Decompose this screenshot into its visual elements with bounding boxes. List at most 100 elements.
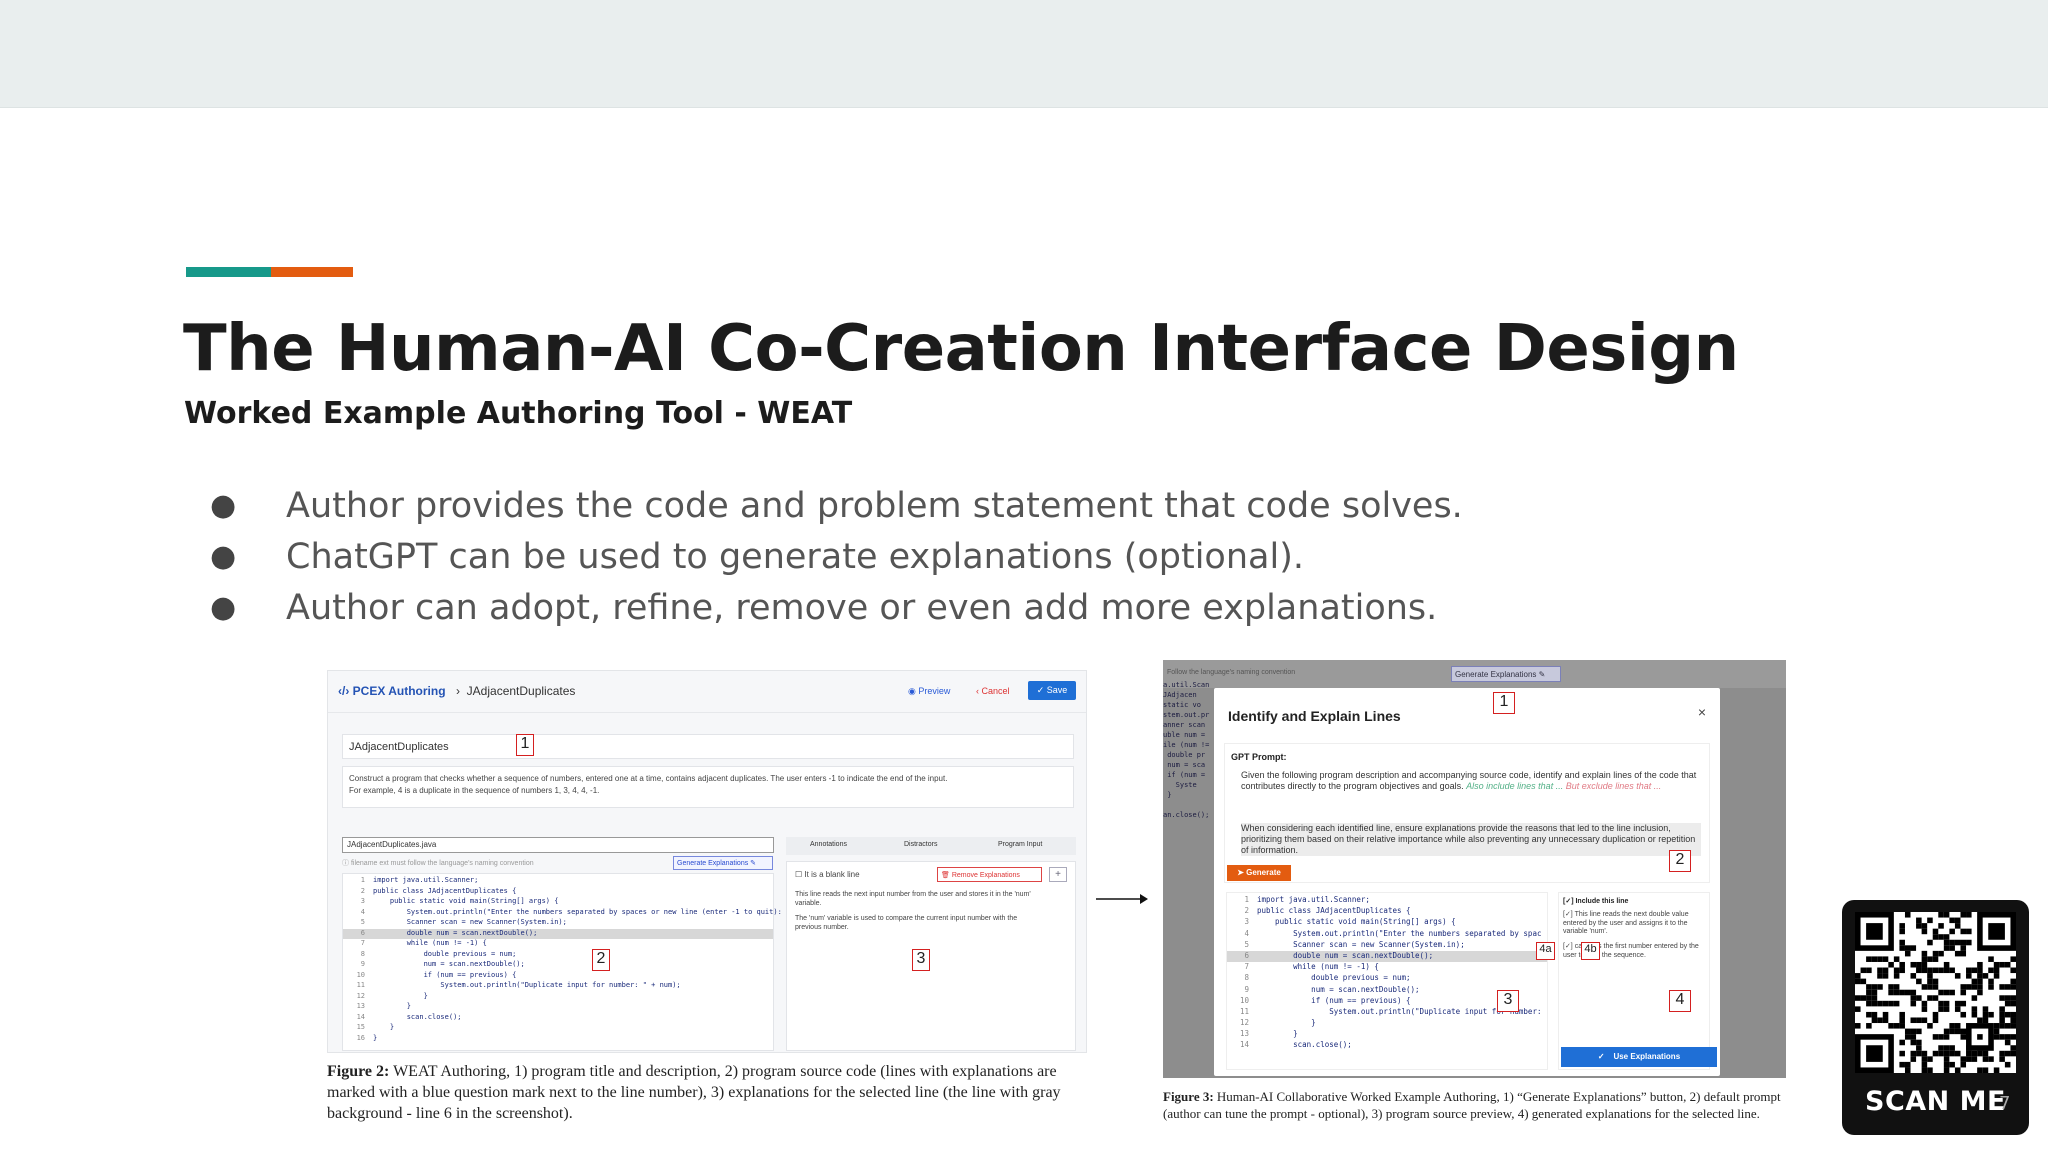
code-text: Scanner scan = new Scanner(System.in); bbox=[373, 918, 567, 926]
bullet-dot-icon: ● bbox=[210, 590, 237, 625]
code-line[interactable]: 16} bbox=[343, 1034, 773, 1045]
code-line[interactable]: 15 } bbox=[343, 1023, 773, 1034]
qr-code[interactable] bbox=[1855, 912, 2016, 1073]
explanation-text[interactable]: This line reads the next input number fr… bbox=[795, 890, 1045, 908]
line-number: 2 bbox=[1244, 906, 1249, 916]
program-description-field[interactable]: Construct a program that checks whether … bbox=[342, 766, 1074, 808]
figure-2-screenshot: ‹/› PCEX Authoring › JAdjacentDuplicates… bbox=[327, 670, 1087, 1053]
line-number: 10 bbox=[1239, 995, 1249, 1005]
line-number: 7 bbox=[360, 939, 365, 947]
code-line[interactable]: 14 scan.close(); bbox=[1227, 1040, 1547, 1051]
remove-explanations-button[interactable]: 🗑 Remove Explanations bbox=[937, 867, 1042, 882]
code-line[interactable]: 8 double previous = num; bbox=[1227, 973, 1547, 984]
generated-explanations-panel: [✓] Include this line [✓] This line read… bbox=[1558, 892, 1717, 1070]
line-number: 16 bbox=[356, 1033, 365, 1042]
marker-2: 2 bbox=[592, 949, 610, 971]
use-explanations-button[interactable]: ✓ Use Explanations bbox=[1561, 1047, 1717, 1067]
cancel-button[interactable]: ‹ Cancel bbox=[976, 686, 1010, 696]
explanation-text[interactable]: The 'num' variable is used to compare th… bbox=[795, 914, 1045, 932]
line-number: 10 bbox=[356, 970, 365, 979]
preview-button[interactable]: ◉ Preview bbox=[908, 686, 950, 697]
code-line[interactable]: 14 scan.close(); bbox=[343, 1013, 773, 1024]
code-line[interactable]: 1 import java.util.Scanner; bbox=[1227, 895, 1547, 906]
code-line[interactable]: 12 } bbox=[1227, 1018, 1547, 1029]
figure-3-caption: Figure 3: Human-AI Collaborative Worked … bbox=[1163, 1089, 1781, 1121]
line-number: 14 bbox=[356, 1012, 365, 1021]
line-number: 6 bbox=[1244, 950, 1249, 960]
code-line[interactable]: 3 public static void main(String[] args)… bbox=[1227, 917, 1547, 928]
code-line[interactable]: 4 System.out.println("Enter the numbers … bbox=[1227, 929, 1547, 940]
bullet-text: Author provides the code and problem sta… bbox=[286, 485, 1463, 526]
code-line[interactable]: 1 import java.util.Scanner; bbox=[343, 876, 773, 887]
gpt-prompt-box[interactable]: GPT Prompt: Given the following program … bbox=[1224, 743, 1710, 883]
bullet-dot-icon: ● bbox=[210, 488, 237, 523]
code-text: scan.close(); bbox=[1257, 1040, 1352, 1050]
code-line[interactable]: 2 public class JAdjacentDuplicates { bbox=[1227, 906, 1547, 917]
code-text: System.out.println("Enter the numbers se… bbox=[1257, 928, 1542, 938]
arrow-right-icon bbox=[1096, 894, 1148, 904]
top-band bbox=[0, 0, 2048, 108]
bullet-item: ● Author provides the code and problem st… bbox=[210, 480, 1463, 531]
include-line-checkbox[interactable]: [✓] Include this line bbox=[1563, 897, 1628, 905]
code-line[interactable]: 12 } bbox=[343, 992, 773, 1003]
bullet-text: Author can adopt, refine, remove or even… bbox=[286, 587, 1438, 628]
code-line[interactable]: 6 double num = scan.nextDouble(); bbox=[343, 928, 773, 939]
code-line[interactable]: 2 public class JAdjacentDuplicates { bbox=[343, 887, 773, 898]
line-number: 14 bbox=[1239, 1040, 1249, 1050]
marker-4b: 4b bbox=[1581, 942, 1600, 960]
tab-program-input[interactable]: Program Input bbox=[998, 841, 1042, 848]
code-line[interactable]: 13 } bbox=[343, 1002, 773, 1013]
code-line[interactable]: 5 Scanner scan = new Scanner(System.in); bbox=[1227, 940, 1547, 951]
code-text: while (num != -1) { bbox=[373, 939, 487, 947]
annotation-tabs: Annotations Distractors Program Input bbox=[786, 837, 1076, 855]
line-number: 9 bbox=[1244, 984, 1249, 994]
line-number: 1 bbox=[1244, 895, 1249, 904]
code-line[interactable]: 4 System.out.println("Enter the numbers … bbox=[343, 908, 782, 919]
figure-2-caption: Figure 2: WEAT Authoring, 1) program tit… bbox=[327, 1063, 1061, 1122]
description-line: Construct a program that checks whether … bbox=[349, 774, 948, 783]
line-number: 1 bbox=[360, 876, 365, 884]
generate-explanations-button[interactable]: Generate Explanations ✎ bbox=[673, 856, 773, 870]
description-line: For example, 4 is a duplicate in the seq… bbox=[349, 786, 600, 795]
close-icon[interactable]: × bbox=[1698, 704, 1706, 720]
code-line[interactable]: 6 double num = scan.nextDouble(); bbox=[1227, 950, 1547, 963]
code-text: if (num == previous) { bbox=[373, 970, 517, 979]
code-preview[interactable]: 1 import java.util.Scanner; 2 public class … bbox=[1226, 892, 1548, 1070]
marker-3: 3 bbox=[1497, 990, 1519, 1012]
app-header: ‹/› PCEX Authoring › JAdjacentDuplicates… bbox=[328, 671, 1086, 713]
add-explanation-button[interactable]: + bbox=[1049, 867, 1067, 882]
code-line[interactable]: 5 Scanner scan = new Scanner(System.in); bbox=[343, 918, 773, 929]
prompt-paragraph[interactable]: Given the following program description … bbox=[1241, 770, 1701, 792]
blank-line-checkbox[interactable]: ☐ It is a blank line bbox=[795, 870, 860, 879]
code-text: System.out.println("Enter the numbers se… bbox=[373, 907, 782, 916]
code-line[interactable]: 11 System.out.println("Duplicate input f… bbox=[343, 981, 773, 992]
code-line[interactable]: 9 num = scan.nextDouble(); bbox=[343, 960, 773, 971]
code-line[interactable]: 7 while (num != -1) { bbox=[1227, 962, 1547, 973]
code-text: double num = scan.nextDouble(); bbox=[373, 928, 538, 937]
save-button[interactable]: ✓ Save bbox=[1028, 681, 1076, 700]
code-line[interactable]: 8 double previous = num; bbox=[343, 950, 773, 961]
marker-4: 4 bbox=[1669, 990, 1691, 1012]
code-text: } bbox=[1257, 1029, 1298, 1039]
tab-distractors[interactable]: Distractors bbox=[904, 841, 937, 848]
code-line[interactable]: 10 if (num == previous) { bbox=[343, 971, 773, 982]
code-text: public static void main(String[] args) { bbox=[373, 897, 559, 905]
code-text: import java.util.Scanner; bbox=[1257, 895, 1370, 904]
code-text: double previous = num; bbox=[373, 949, 517, 958]
bullet-list: ● Author provides the code and problem st… bbox=[210, 480, 1463, 633]
code-text: double previous = num; bbox=[1257, 973, 1411, 983]
program-title-field[interactable]: JAdjacentDuplicates bbox=[342, 734, 1074, 759]
annotations-panel: ☐ It is a blank line 🗑 Remove Explanatio… bbox=[786, 861, 1076, 1051]
brand[interactable]: ‹/› PCEX Authoring bbox=[338, 684, 446, 698]
file-name-field[interactable]: JAdjacentDuplicates.java bbox=[342, 837, 774, 853]
explanation-text[interactable]: [✓] This line reads the next double valu… bbox=[1563, 911, 1707, 937]
tab-annotations[interactable]: Annotations bbox=[810, 841, 847, 848]
generate-button[interactable]: ➤ Generate bbox=[1227, 865, 1291, 881]
code-text: num = scan.nextDouble(); bbox=[1257, 984, 1420, 994]
code-line[interactable]: 13 } bbox=[1227, 1029, 1547, 1040]
prompt-paragraph[interactable]: When considering each identified line, e… bbox=[1241, 823, 1701, 856]
code-line[interactable]: 7 while (num != -1) { bbox=[343, 939, 773, 950]
code-line[interactable]: 3 public static void main(String[] args)… bbox=[343, 897, 773, 908]
generate-explanations-button[interactable]: Generate Explanations ✎ bbox=[1451, 666, 1561, 682]
code-editor[interactable]: 1 import java.util.Scanner; 2 public class … bbox=[342, 873, 782, 1051]
